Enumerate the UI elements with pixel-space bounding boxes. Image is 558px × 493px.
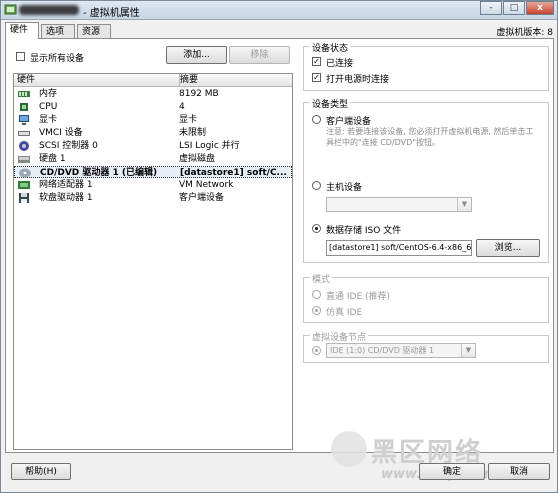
emulate-ide-radio[interactable] <box>312 306 321 315</box>
vm-app-icon <box>4 4 17 15</box>
remove-button[interactable]: 移除 <box>229 46 290 64</box>
iso-path-field[interactable]: [datastore1] soft/CentOS-6.4-x86_6 <box>326 240 472 256</box>
host-device-radio[interactable] <box>312 181 321 190</box>
help-button[interactable]: 帮助(H) <box>11 463 71 480</box>
ok-button[interactable]: 确定 <box>419 463 485 480</box>
tab-hardware[interactable]: 硬件 <box>5 22 39 39</box>
hardware-row-cd-dvd[interactable]: CD/DVD 驱动器 1 (已编辑) [datastore1] soft/C..… <box>14 166 292 178</box>
redacted-vm-name <box>19 5 79 15</box>
hardware-name: SCSI 控制器 0 <box>39 141 98 151</box>
datastore-iso-label: 数据存储 ISO 文件 <box>326 226 402 236</box>
hardware-summary: 8192 MB <box>179 89 219 99</box>
video-card-icon <box>19 115 29 125</box>
show-all-devices-checkbox[interactable] <box>16 52 25 61</box>
add-button[interactable]: 添加... <box>166 46 227 64</box>
hardware-summary: VM Network <box>179 180 234 190</box>
hardware-name: VMCI 设备 <box>39 128 83 138</box>
mode-title: 模式 <box>310 272 333 285</box>
hardware-panel: 显示所有设备 添加... 移除 硬件 摘要 内存 8192 MB CPU 4 显… <box>5 38 554 453</box>
host-device-select[interactable]: ▼ <box>326 197 472 212</box>
watermark-logo-icon <box>331 431 367 467</box>
host-device-label: 主机设备 <box>326 183 363 193</box>
hardware-name: 网络适配器 1 <box>39 180 93 190</box>
connected-checkbox[interactable]: ✓ <box>312 57 321 66</box>
hardware-name: 软盘驱动器 1 <box>39 193 93 203</box>
tab-resources[interactable]: 资源 <box>77 24 111 38</box>
harddisk-icon <box>18 156 30 163</box>
cpu-icon <box>20 103 28 111</box>
hardware-list-header: 硬件 摘要 <box>14 74 292 87</box>
hardware-name: 显卡 <box>39 115 58 125</box>
tab-options[interactable]: 选项 <box>41 24 75 38</box>
hardware-row-memory[interactable]: 内存 8192 MB <box>14 88 292 100</box>
hardware-summary: 虚拟磁盘 <box>179 154 216 164</box>
restore-button[interactable]: □ <box>503 1 525 15</box>
client-device-radio[interactable] <box>312 115 321 124</box>
hardware-row-vmci[interactable]: VMCI 设备 未限制 <box>14 127 292 139</box>
chevron-down-icon: ▼ <box>457 198 471 211</box>
hardware-row-harddisk[interactable]: 硬盘 1 虚拟磁盘 <box>14 153 292 165</box>
hardware-summary: LSI Logic 并行 <box>179 141 240 151</box>
emulate-ide-label: 仿真 IDE <box>326 308 363 318</box>
hardware-row-cpu[interactable]: CPU 4 <box>14 101 292 113</box>
connect-at-power-on-checkbox[interactable]: ✓ <box>312 73 321 82</box>
client-device-hint: 注意: 若要连接该设备, 您必须打开虚拟机电源, 然后单击工具栏中的"连接 CD… <box>326 127 534 147</box>
column-summary[interactable]: 摘要 <box>180 74 198 86</box>
chevron-down-icon: ▼ <box>461 344 475 357</box>
hardware-name: CD/DVD 驱动器 1 (已编辑) <box>40 168 158 178</box>
virtual-device-node-group: 虚拟设备节点 IDE (1:0) CD/DVD 驱动器 1 ▼ <box>303 330 549 363</box>
vmci-icon <box>18 131 30 136</box>
hardware-row-video-card[interactable]: 显卡 显卡 <box>14 114 292 126</box>
hardware-name: CPU <box>39 102 58 112</box>
hardware-summary: 未限制 <box>179 128 207 138</box>
window-title: - 虚拟机属性 <box>83 8 140 19</box>
hardware-summary: 显卡 <box>179 115 198 125</box>
cancel-button[interactable]: 取消 <box>488 463 550 480</box>
hardware-summary: [datastore1] soft/C... <box>180 168 287 178</box>
scsi-icon <box>19 141 29 151</box>
device-status-title: 设备状态 <box>310 41 351 54</box>
close-button[interactable]: x <box>526 1 554 15</box>
memory-icon <box>18 91 30 97</box>
hardware-row-floppy[interactable]: 软盘驱动器 1 客户端设备 <box>14 192 292 204</box>
show-all-devices-label: 显示所有设备 <box>30 54 85 64</box>
device-type-title: 设备类型 <box>310 97 351 110</box>
vm-properties-window: - 虚拟机属性 - □ x 硬件 选项 资源 虚拟机版本: 8 显示所有设备 添… <box>0 0 558 493</box>
hardware-name: 内存 <box>39 89 58 99</box>
connect-at-power-on-label: 打开电源时连接 <box>326 75 390 85</box>
virtual-node-value: IDE (1:0) CD/DVD 驱动器 1 <box>330 346 435 355</box>
passthrough-ide-radio[interactable] <box>312 290 321 299</box>
minimize-button[interactable]: - <box>480 1 502 15</box>
hardware-summary: 客户端设备 <box>179 193 225 203</box>
hardware-row-network-adapter[interactable]: 网络适配器 1 VM Network <box>14 179 292 191</box>
connected-label: 已连接 <box>326 59 354 69</box>
mode-group: 模式 直通 IDE (推荐) 仿真 IDE <box>303 272 549 323</box>
column-hardware[interactable]: 硬件 <box>14 74 180 86</box>
vm-version-label: 虚拟机版本: 8 <box>496 28 553 38</box>
virtual-node-radio[interactable] <box>312 346 321 355</box>
browse-button[interactable]: 浏览... <box>476 239 540 257</box>
hardware-summary: 4 <box>179 102 185 112</box>
datastore-iso-radio[interactable] <box>312 224 321 233</box>
virtual-device-node-title: 虚拟设备节点 <box>310 330 369 343</box>
device-type-group: 设备类型 客户端设备 注意: 若要连接该设备, 您必须打开虚拟机电源, 然后单击… <box>303 97 549 263</box>
virtual-node-select[interactable]: IDE (1:0) CD/DVD 驱动器 1 ▼ <box>326 343 476 358</box>
cd-dvd-icon <box>19 168 31 178</box>
hardware-row-scsi[interactable]: SCSI 控制器 0 LSI Logic 并行 <box>14 140 292 152</box>
passthrough-ide-label: 直通 IDE (推荐) <box>326 292 391 302</box>
network-adapter-icon <box>18 181 30 189</box>
hardware-name: 硬盘 1 <box>39 154 66 164</box>
floppy-icon <box>19 193 29 203</box>
device-status-group: 设备状态 ✓ 已连接 ✓ 打开电源时连接 <box>303 41 549 91</box>
hardware-list: 硬件 摘要 内存 8192 MB CPU 4 显卡 显卡 VMCI 设备 未限制… <box>13 73 293 450</box>
title-bar: - 虚拟机属性 - □ x <box>1 1 557 20</box>
